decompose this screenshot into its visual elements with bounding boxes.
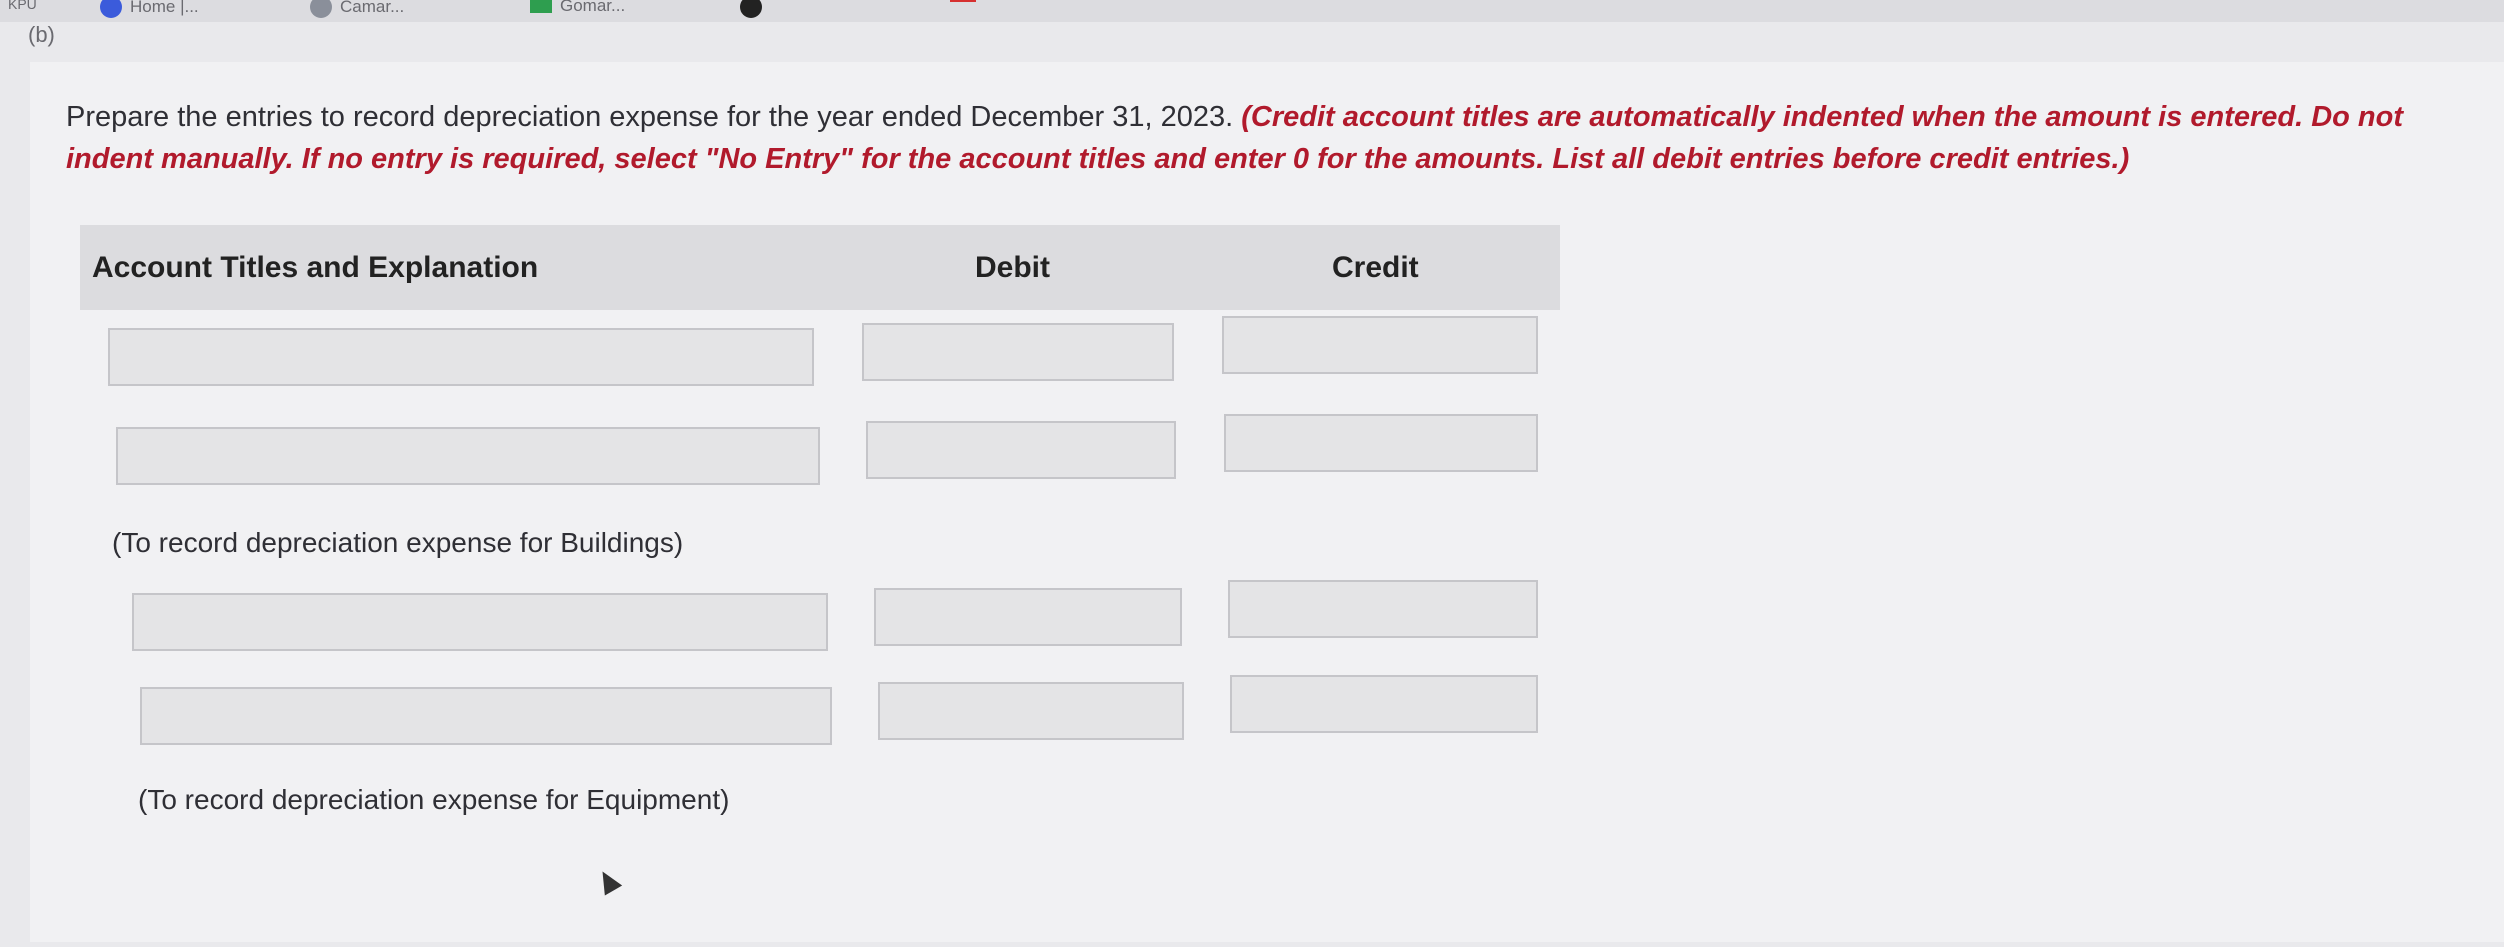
bookmark-label: KPU [8,0,37,12]
bookmark-label: Home |... [130,0,199,16]
part-label: (b) [28,22,55,47]
debit-input[interactable] [866,421,1176,479]
debit-input[interactable] [874,588,1182,646]
bookmark-fourth[interactable] [740,0,762,18]
site-icon [310,0,332,18]
journal-table-header: Account Titles and Explanation Debit Cre… [80,225,1560,310]
bookmark-label: Camar... [340,0,405,16]
account-title-input[interactable] [132,593,828,651]
debit-header: Debit [975,251,1050,284]
bookmarks-bar: KPU Home |... Camar... Gomar... [0,0,2504,22]
sheet-icon [530,0,552,13]
question-prompt: Prepare the entries to record depreciati… [66,96,2466,180]
account-title-input[interactable] [108,328,814,386]
account-title-input[interactable] [116,427,820,485]
bookmark-kpu[interactable]: KPU [8,0,37,12]
entry-memo-equipment: (To record depreciation expense for Equi… [138,784,730,815]
debit-input[interactable] [862,323,1174,381]
account-title-input[interactable] [140,687,832,745]
bookmark-fifth[interactable] [950,0,976,2]
credit-input[interactable] [1222,316,1538,374]
debit-input[interactable] [878,682,1184,740]
bookmark-icon [950,0,976,2]
app-icon [740,0,762,18]
entry-memo-buildings: (To record depreciation expense for Buil… [112,527,684,558]
bookmark-second[interactable]: Camar... [310,0,404,18]
bookmark-third[interactable]: Gomar... [530,0,625,16]
prompt-text: Prepare the entries to record depreciati… [66,101,1234,133]
bookmark-label: Gomar... [560,0,626,15]
home-icon [100,0,122,18]
bookmark-home[interactable]: Home |... [100,0,199,18]
credit-input[interactable] [1230,675,1538,733]
account-titles-header: Account Titles and Explanation [92,251,539,284]
credit-input[interactable] [1224,414,1538,472]
credit-header: Credit [1332,251,1419,284]
credit-input[interactable] [1228,580,1538,638]
